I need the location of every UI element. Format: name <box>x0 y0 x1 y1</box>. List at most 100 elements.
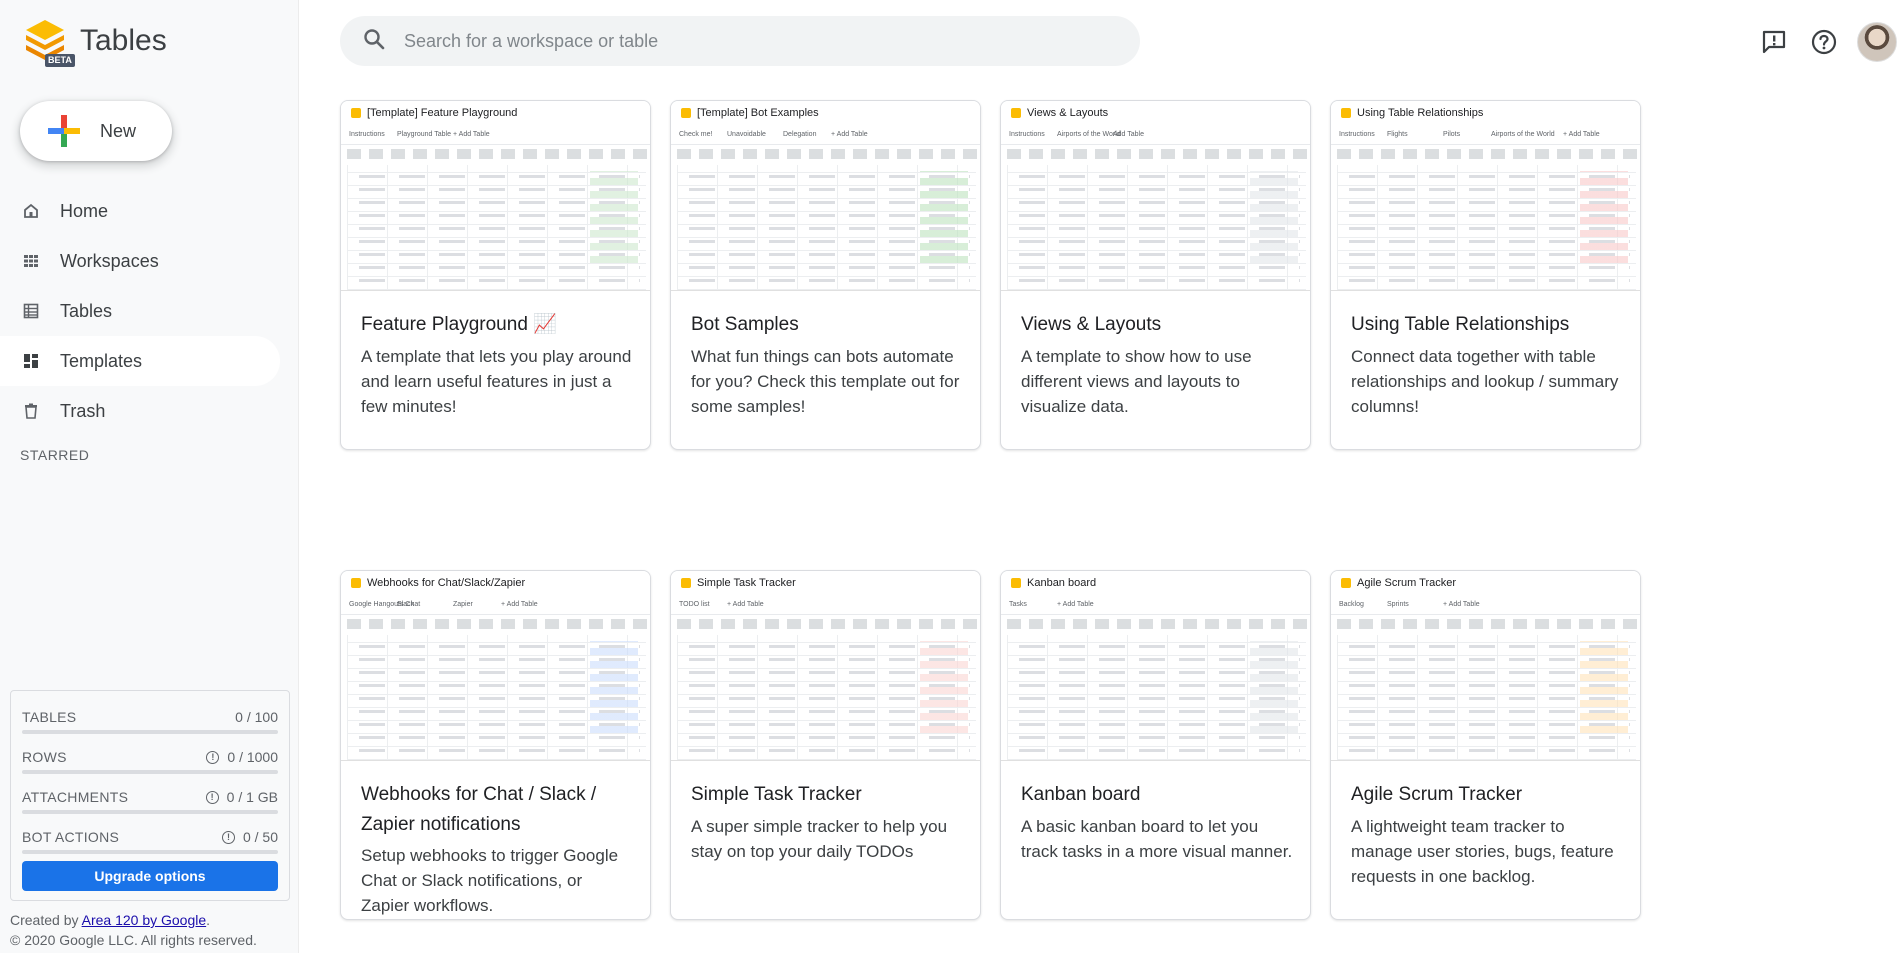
search-input[interactable] <box>404 30 1084 52</box>
quota-value: 0 / 100 <box>235 709 278 725</box>
thumbnail-status-column <box>1250 641 1298 736</box>
thumbnail-tab: Playground Table <box>397 131 451 138</box>
table-logo-icon <box>351 108 361 118</box>
thumbnail-tab-bar: Backlog Sprints + Add Table <box>1331 597 1640 615</box>
help-icon[interactable] <box>1810 28 1838 56</box>
thumbnail-status-column <box>920 171 968 266</box>
template-description: A lightweight team tracker to manage use… <box>1351 817 1614 886</box>
search-icon[interactable] <box>362 27 386 56</box>
search-bar[interactable] <box>340 16 1140 66</box>
quota-row-bot-actions: BOT ACTIONS ! 0 / 50 <box>22 819 278 859</box>
sidebar-nav: Home Workspaces Tables Templates Trash <box>0 186 299 436</box>
thumbnail-toolbar <box>677 619 980 629</box>
table-logo-icon <box>1011 578 1021 588</box>
template-card[interactable]: [Template] Bot Examples Check me! Unavoida… <box>670 100 981 450</box>
info-icon[interactable]: ! <box>221 830 235 844</box>
table-logo-icon <box>1011 108 1021 118</box>
template-description: Setup webhooks to trigger Google Chat or… <box>361 846 619 915</box>
thumbnail-status-column <box>1580 171 1628 266</box>
thumbnail-title: [Template] Bot Examples <box>697 107 819 119</box>
upgrade-options-button[interactable]: Upgrade options <box>22 861 278 891</box>
template-title: Webhooks for Chat / Slack / Zapier notif… <box>361 784 597 835</box>
quota-value: 0 / 50 <box>242 829 278 845</box>
sidebar-item-label: Home <box>60 200 109 221</box>
template-thumbnail: Simple Task Tracker TODO list + Add Table <box>671 571 980 761</box>
avatar[interactable] <box>1857 22 1897 62</box>
thumbnail-tab-bar: Tasks + Add Table <box>1001 597 1310 615</box>
thumbnail-tab: + Add Table <box>727 601 764 608</box>
sidebar-item-home[interactable]: Home <box>0 186 280 236</box>
quota-label: ATTACHMENTS <box>22 789 129 805</box>
thumbnail-tab: Instructions <box>1339 131 1375 138</box>
table-logo-icon <box>1341 578 1351 588</box>
new-button[interactable]: New <box>20 101 172 161</box>
quota-progress-bar <box>22 850 278 854</box>
info-icon[interactable]: ! <box>206 750 220 764</box>
beta-badge: BETA <box>45 54 75 67</box>
thumbnail-toolbar <box>1337 149 1640 159</box>
template-title: Views & Layouts <box>1021 314 1162 335</box>
thumbnail-status-column <box>590 641 638 736</box>
template-card[interactable]: Webhooks for Chat/Slack/Zapier Google Han… <box>340 570 651 920</box>
thumbnail-status-column <box>1580 641 1628 736</box>
info-icon[interactable]: ! <box>205 790 219 804</box>
table-icon <box>22 302 40 320</box>
template-title: Feature Playground 📈 <box>361 314 557 335</box>
thumbnail-tab: + Add Table <box>501 601 538 608</box>
sidebar-item-templates[interactable]: Templates <box>0 336 280 386</box>
template-thumbnail: Kanban board Tasks + Add Table <box>1001 571 1310 761</box>
thumbnail-tab-bar: Google Hangouts Chat Slack Zapier + Add Tab… <box>341 597 650 615</box>
thumbnail-tab: Slack <box>397 601 415 608</box>
template-thumbnail: Agile Scrum Tracker Backlog Sprints + Add T… <box>1331 571 1640 761</box>
footer-created-by: Created by <box>10 912 82 928</box>
template-title: Kanban board <box>1021 784 1141 805</box>
plus-icon <box>46 113 82 149</box>
thumbnail-title: Webhooks for Chat/Slack/Zapier <box>367 577 526 589</box>
template-card[interactable]: Using Table Relationships Instructions Fli… <box>1330 100 1641 450</box>
table-logo-icon <box>1341 108 1351 118</box>
area120-link[interactable]: Area 120 by Google <box>82 912 207 928</box>
template-description: A template that lets you play around and… <box>361 347 632 416</box>
template-card[interactable]: [Template] Feature Playground Instruction… <box>340 100 651 450</box>
quota-label: BOT ACTIONS <box>22 829 120 845</box>
footer-period: . <box>206 912 211 928</box>
sidebar-item-tables[interactable]: Tables <box>0 286 280 336</box>
quota-progress-bar <box>22 730 278 734</box>
quota-value: 0 / 1 GB <box>226 789 278 805</box>
thumbnail-tab: Airports of the World <box>1057 131 1121 138</box>
thumbnail-tab: Delegation <box>783 131 817 138</box>
sidebar-item-trash[interactable]: Trash <box>0 386 280 436</box>
new-button-label: New <box>100 120 137 141</box>
template-card[interactable]: Views & Layouts Instructions Airports of t… <box>1000 100 1311 450</box>
template-card[interactable]: Simple Task Tracker TODO list + Add Table S… <box>670 570 981 920</box>
quota-progress-bar <box>22 810 278 814</box>
thumbnail-title: Using Table Relationships <box>1357 107 1484 119</box>
template-card[interactable]: Agile Scrum Tracker Backlog Sprints + Add T… <box>1330 570 1641 920</box>
thumbnail-tab: Pilots <box>1443 131 1461 138</box>
sidebar-item-label: Trash <box>60 400 106 421</box>
thumbnail-tab: Zapier <box>453 601 473 608</box>
thumbnail-toolbar <box>347 619 650 629</box>
thumbnail-status-column <box>920 641 968 736</box>
quota-row-tables: TABLES 0 / 100 <box>22 699 278 739</box>
template-description: Connect data together with table relatio… <box>1351 347 1619 416</box>
sidebar-item-workspaces[interactable]: Workspaces <box>0 236 280 286</box>
thumbnail-tab: Check me! <box>679 131 713 138</box>
thumbnail-tab: + Add Table <box>1057 601 1094 608</box>
usage-quota-panel: TABLES 0 / 100 ROWS ! 0 / 1000 ATTACHMENT… <box>10 690 290 901</box>
thumbnail-tab: Sprints <box>1387 601 1409 608</box>
thumbnail-status-column <box>1250 171 1298 266</box>
template-title: Simple Task Tracker <box>691 784 862 805</box>
table-logo-icon <box>351 578 361 588</box>
thumbnail-tab-bar: Check me! Unavoidable Delegation + Add Tabl… <box>671 127 980 145</box>
thumbnail-toolbar <box>1337 619 1640 629</box>
thumbnail-tab-bar: Instructions Playground Table + Add Table <box>341 127 650 145</box>
feedback-icon[interactable] <box>1760 28 1788 56</box>
quota-label: TABLES <box>22 709 77 725</box>
template-card[interactable]: Kanban board Tasks + Add Table Kanban board… <box>1000 570 1311 920</box>
thumbnail-tab: + Add Table <box>1443 601 1480 608</box>
table-logo-icon <box>681 578 691 588</box>
sidebar: BETA Tables New Home Workspaces Tables T… <box>0 0 299 953</box>
sidebar-item-label: Templates <box>60 350 143 371</box>
app-logo[interactable]: BETA Tables <box>22 18 167 67</box>
